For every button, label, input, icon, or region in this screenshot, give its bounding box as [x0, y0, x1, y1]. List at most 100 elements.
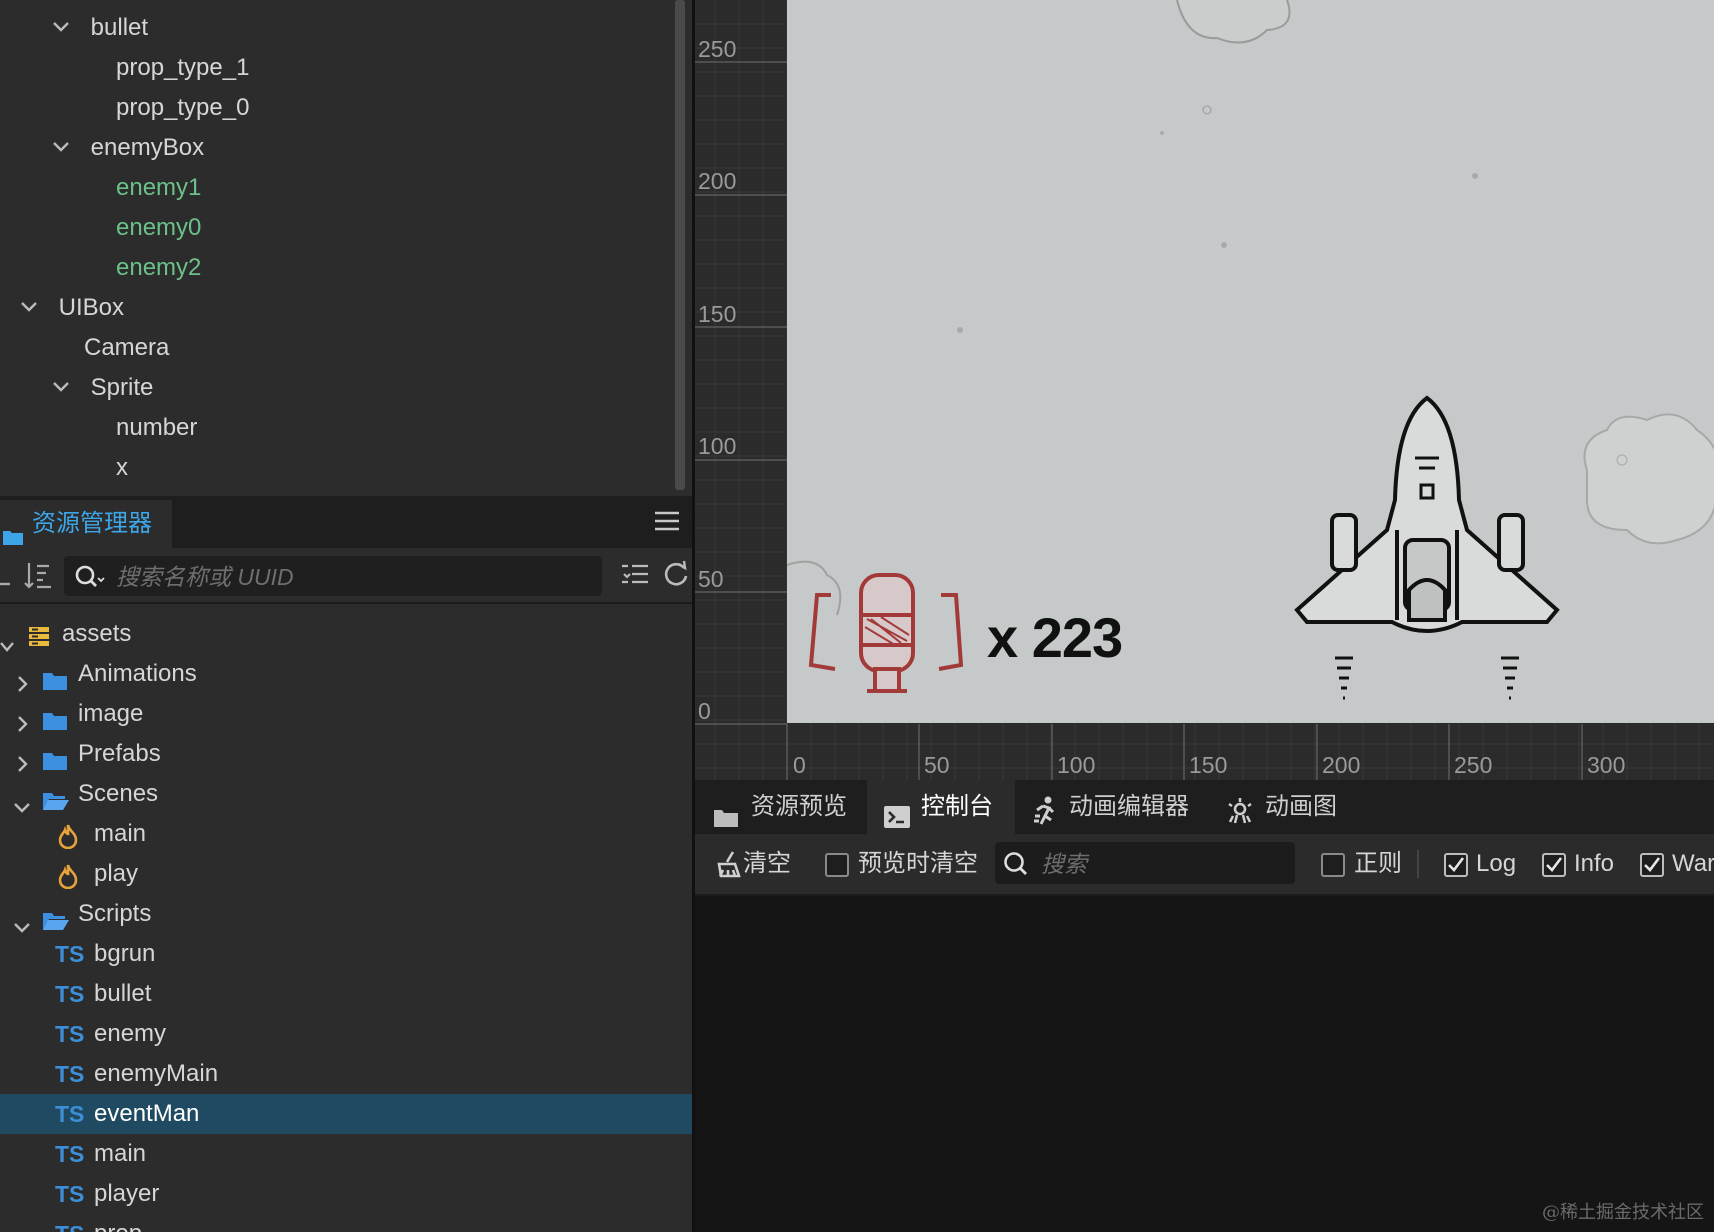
info-checkbox[interactable] — [1542, 853, 1566, 877]
asset-item-script-enemymain[interactable]: TS enemyMain — [0, 1054, 692, 1094]
clear-on-preview-checkbox[interactable] — [825, 853, 849, 877]
check-icon — [1448, 857, 1465, 872]
chevron-down-icon[interactable] — [52, 368, 74, 408]
asset-item-script-main[interactable]: TS main — [0, 1134, 692, 1174]
asset-item-label: Scripts — [78, 900, 152, 927]
asset-item-label: assets — [62, 620, 132, 647]
asset-item-prefabs[interactable]: Prefabs — [0, 734, 692, 774]
x-axis-tick: 150 — [1189, 752, 1228, 778]
x-axis-tick: 200 — [1322, 752, 1361, 778]
x-axis-tick: 300 — [1587, 752, 1626, 778]
asset-item-scenes[interactable]: Scenes — [0, 774, 692, 814]
bomb-count-label: x 223 — [987, 606, 1123, 669]
asset-item-label: play — [94, 860, 139, 887]
assets-search-input[interactable] — [114, 556, 588, 598]
console-toolbar: 清空 预览时清空 正则 Log Info War — [695, 834, 1714, 896]
asset-item-script-bgrun[interactable]: TS bgrun — [0, 934, 692, 974]
expand-all-icon[interactable] — [620, 562, 650, 593]
chevron-down-icon[interactable] — [20, 288, 42, 328]
tree-node-camera[interactable]: Camera — [84, 328, 169, 368]
typescript-icon: TS — [55, 1141, 85, 1167]
tree-node-enemybox[interactable]: enemyBox — [52, 128, 204, 168]
asset-item-script-eventman[interactable]: TS eventMan — [0, 1094, 692, 1134]
broom-clear-icon[interactable] — [715, 850, 743, 883]
asset-item-label: Scenes — [78, 780, 159, 807]
tree-node-label: Sprite — [90, 374, 154, 401]
chevron-down-icon[interactable] — [52, 128, 74, 168]
asset-item-scene-main[interactable]: main — [0, 814, 692, 854]
sort-icon[interactable] — [24, 561, 56, 596]
tab-animation-graph[interactable]: 动画图 — [1211, 780, 1363, 834]
warn-checkbox[interactable] — [1640, 853, 1664, 877]
tree-node-label: prop_type_0 — [116, 94, 250, 121]
tree-node-bullet[interactable]: bullet — [52, 8, 148, 48]
assets-search-box[interactable] — [64, 556, 602, 598]
hamburger-menu-icon[interactable] — [654, 510, 680, 537]
chevron-down-icon[interactable] — [52, 8, 74, 48]
console-log-area[interactable] — [695, 896, 1714, 1232]
bomb-icon — [808, 573, 964, 693]
tab-console[interactable]: 控制台 — [867, 780, 1015, 834]
tree-node-number[interactable]: number — [116, 408, 197, 448]
typescript-icon: TS — [55, 941, 85, 967]
tree-node-label: bullet — [90, 14, 149, 41]
clear-button[interactable]: 清空 — [743, 846, 791, 882]
console-search-input[interactable] — [1039, 842, 1293, 886]
asset-item-label: prop — [94, 1214, 142, 1232]
tree-node-enemy2[interactable]: enemy2 — [116, 248, 201, 288]
tab-assets[interactable]: 资源管理器 — [0, 500, 172, 548]
x-axis-tick: 100 — [1057, 752, 1096, 778]
tree-node-prop-type-1[interactable]: prop_type_1 — [116, 48, 249, 88]
console-search-box[interactable] — [995, 842, 1295, 886]
tab-animation-editor[interactable]: 动画编辑器 — [1015, 780, 1211, 834]
y-axis-tick: 150 — [698, 301, 737, 327]
assets-panel: 资源管理器 assets — [0, 496, 692, 1232]
tree-node-label: enemy2 — [116, 254, 202, 281]
hierarchy-panel: bullet prop_type_1 prop_type_0 enemyBox … — [0, 0, 692, 496]
tree-node-prop-type-0[interactable]: prop_type_0 — [116, 88, 249, 128]
tree-node-enemy1[interactable]: enemy1 — [116, 168, 201, 208]
tree-node-label: Camera — [84, 334, 170, 361]
asset-item-assets[interactable]: assets — [0, 614, 692, 654]
tree-node-uibox[interactable]: UIBox — [20, 288, 124, 328]
tab-asset-preview[interactable]: 资源预览 — [695, 780, 867, 834]
asset-item-script-prop[interactable]: TS prop — [0, 1214, 692, 1232]
bottom-tab-bar: 资源预览 控制台 动画编辑器 动画图 — [695, 780, 1714, 834]
regex-checkbox[interactable] — [1321, 853, 1345, 877]
asset-item-image[interactable]: image — [0, 694, 692, 734]
asset-item-script-player[interactable]: TS player — [0, 1174, 692, 1214]
asset-item-animations[interactable]: Animations — [0, 654, 692, 694]
typescript-icon: TS — [55, 981, 85, 1007]
asset-item-scripts[interactable]: Scripts — [0, 894, 692, 934]
check-icon — [1644, 857, 1661, 872]
scene-view[interactable]: 250 200 150 100 50 0 0 50 100 150 200 25… — [695, 0, 1714, 780]
typescript-icon: TS — [55, 1061, 85, 1087]
asset-item-label: enemy — [94, 1020, 167, 1047]
tree-node-enemy0[interactable]: enemy0 — [116, 208, 201, 248]
cloud-sprite — [1583, 413, 1714, 545]
tab-assets-label: 资源管理器 — [32, 510, 152, 537]
asset-item-script-bullet[interactable]: TS bullet — [0, 974, 692, 1014]
assets-tab-bar: 资源管理器 — [0, 496, 692, 548]
tree-node-label: enemy1 — [116, 174, 202, 201]
tree-node-label: enemy0 — [116, 214, 202, 241]
tree-node-sprite[interactable]: Sprite — [52, 368, 153, 408]
log-checkbox[interactable] — [1444, 853, 1468, 877]
typescript-icon: TS — [55, 1181, 85, 1207]
hierarchy-scrollbar[interactable] — [675, 0, 685, 490]
asset-item-label: bullet — [94, 980, 152, 1007]
asset-item-script-enemy[interactable]: TS enemy — [0, 1014, 692, 1054]
regex-label: 正则 — [1354, 850, 1402, 877]
tree-node-x[interactable]: x — [116, 448, 128, 488]
asset-item-label: main — [94, 820, 147, 847]
tree-node-label: prop_type_1 — [116, 54, 250, 81]
collapse-icon[interactable] — [0, 564, 12, 595]
asset-item-scene-play[interactable]: play — [0, 854, 692, 894]
y-axis-tick: 0 — [698, 698, 711, 724]
watermark: @稀土掘金技术社区 — [1542, 1202, 1704, 1223]
asset-item-label: enemyMain — [94, 1060, 219, 1087]
tab-label: 动画图 — [1265, 793, 1337, 820]
game-canvas[interactable]: x 223 — [787, 0, 1714, 723]
refresh-icon[interactable] — [662, 560, 690, 593]
x-axis-tick: 50 — [924, 752, 950, 778]
